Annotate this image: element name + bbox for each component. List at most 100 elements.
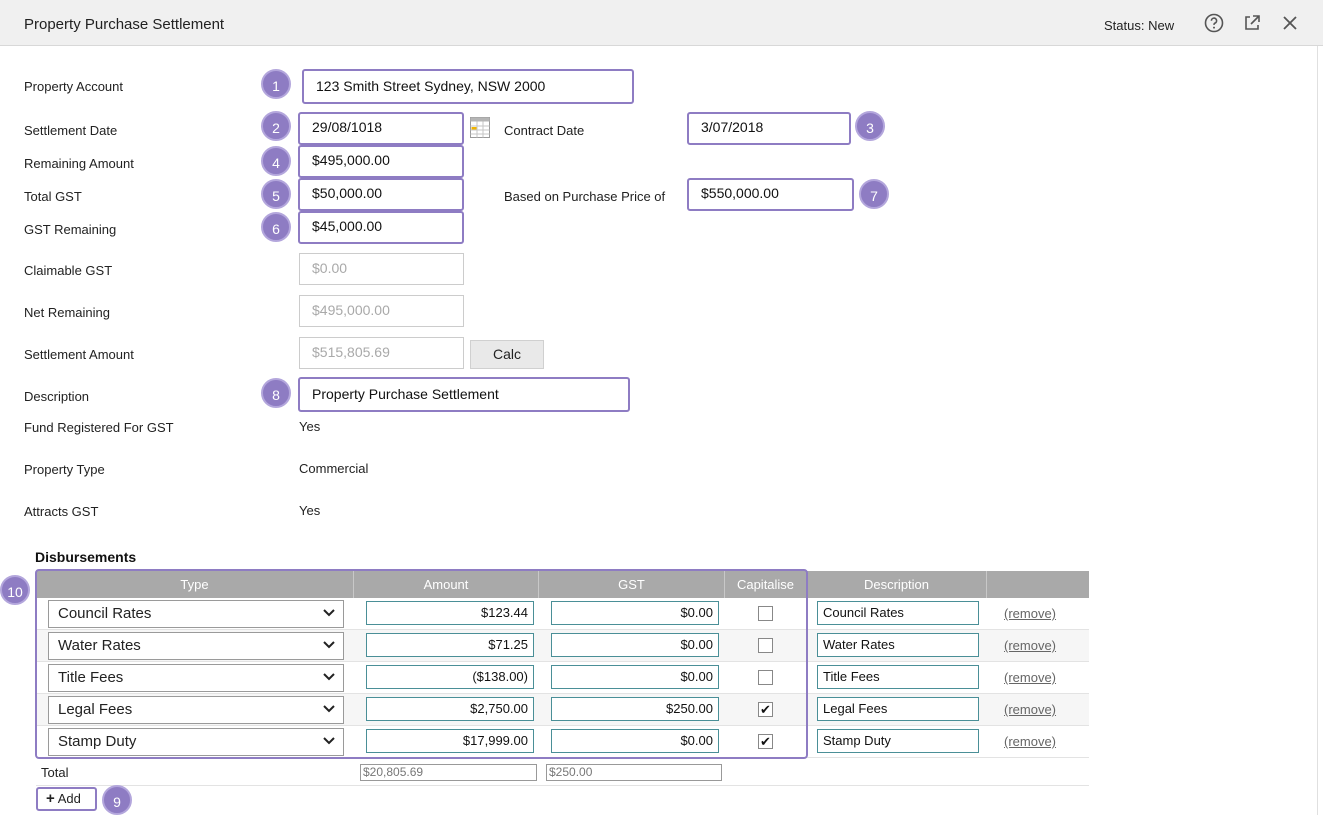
property-type-label: Property Type bbox=[24, 462, 105, 477]
property-type-value: Commercial bbox=[299, 461, 369, 476]
remove-link[interactable]: (remove) bbox=[1004, 638, 1056, 653]
table-row: Stamp Duty $17,999.00 $0.00 ✔ Stamp Duty (rem… bbox=[36, 726, 1089, 758]
type-select-value: Council Rates bbox=[58, 605, 152, 622]
description-input[interactable]: Council Rates bbox=[817, 601, 979, 625]
type-select[interactable]: Title Fees bbox=[48, 664, 344, 692]
description-input[interactable]: Stamp Duty bbox=[817, 729, 979, 753]
chevron-down-icon bbox=[323, 609, 335, 617]
add-button-label: Add bbox=[57, 791, 81, 806]
table-row: Water Rates $71.25 $0.00 Water Rates (remove… bbox=[36, 630, 1089, 662]
amount-input[interactable]: $71.25 bbox=[366, 633, 534, 657]
attracts-gst-label: Attracts GST bbox=[24, 504, 99, 519]
type-select[interactable]: Stamp Duty bbox=[48, 728, 344, 756]
plus-icon: + bbox=[46, 790, 55, 807]
type-select[interactable]: Water Rates bbox=[48, 632, 344, 660]
remaining-amount-label: Remaining Amount bbox=[24, 156, 134, 171]
capitalise-checkbox[interactable] bbox=[758, 606, 773, 621]
remove-link[interactable]: (remove) bbox=[1004, 670, 1056, 685]
status-label: Status: New bbox=[1104, 18, 1175, 33]
callout-badge-10: 10 bbox=[0, 575, 30, 605]
claimable-gst-label: Claimable GST bbox=[24, 263, 113, 278]
callout-badge-3: 3 bbox=[855, 111, 885, 141]
description-field[interactable]: Property Purchase Settlement bbox=[298, 377, 630, 412]
close-icon[interactable] bbox=[1279, 12, 1301, 34]
description-input[interactable]: Water Rates bbox=[817, 633, 979, 657]
remove-link[interactable]: (remove) bbox=[1004, 702, 1056, 717]
column-header-actions bbox=[987, 571, 1089, 598]
total-gst-field[interactable]: $50,000.00 bbox=[298, 178, 464, 211]
contract-date-field[interactable]: 3/07/2018 bbox=[687, 112, 851, 145]
column-header-type: Type bbox=[36, 571, 354, 598]
property-account-field[interactable]: 123 Smith Street Sydney, NSW 2000 bbox=[302, 69, 634, 104]
callout-badge-6: 6 bbox=[261, 212, 291, 242]
total-row: Total $20,805.69 $250.00 bbox=[36, 758, 1089, 786]
based-on-purchase-price-label: Based on Purchase Price of bbox=[504, 189, 666, 204]
callout-badge-1: 1 bbox=[261, 69, 291, 99]
purchase-price-field[interactable]: $550,000.00 bbox=[687, 178, 854, 211]
type-select[interactable]: Council Rates bbox=[48, 600, 344, 628]
remove-link[interactable]: (remove) bbox=[1004, 734, 1056, 749]
description-input[interactable]: Title Fees bbox=[817, 665, 979, 689]
amount-input[interactable]: $2,750.00 bbox=[366, 697, 534, 721]
contract-date-label: Contract Date bbox=[504, 123, 585, 138]
disbursements-title: Disbursements bbox=[35, 549, 137, 565]
remaining-amount-field[interactable]: $495,000.00 bbox=[298, 145, 464, 178]
window-right-edge bbox=[1317, 46, 1318, 815]
chevron-down-icon bbox=[323, 737, 335, 745]
total-amount: $20,805.69 bbox=[360, 764, 537, 781]
open-external-icon[interactable] bbox=[1241, 12, 1263, 34]
add-disbursement-button[interactable]: + Add bbox=[36, 787, 97, 811]
total-gst-label: Total GST bbox=[24, 189, 82, 204]
gst-input[interactable]: $0.00 bbox=[551, 633, 719, 657]
total-label: Total bbox=[41, 765, 69, 780]
gst-input[interactable]: $250.00 bbox=[551, 697, 719, 721]
table-row: Legal Fees $2,750.00 $250.00 ✔ Legal Fees (re… bbox=[36, 694, 1089, 726]
description-label: Description bbox=[24, 389, 90, 404]
settlement-amount-field: $515,805.69 bbox=[299, 337, 464, 369]
chevron-down-icon bbox=[323, 705, 335, 713]
column-header-amount: Amount bbox=[354, 571, 539, 598]
amount-input[interactable]: $17,999.00 bbox=[366, 729, 534, 753]
gst-remaining-field[interactable]: $45,000.00 bbox=[298, 211, 464, 244]
callout-badge-7: 7 bbox=[859, 179, 889, 209]
capitalise-checkbox[interactable]: ✔ bbox=[758, 734, 773, 749]
gst-remaining-label: GST Remaining bbox=[24, 222, 117, 237]
callout-badge-4: 4 bbox=[261, 146, 291, 176]
callout-badge-2: 2 bbox=[261, 111, 291, 141]
calc-button[interactable]: Calc bbox=[470, 340, 544, 369]
capitalise-checkbox[interactable] bbox=[758, 638, 773, 653]
gst-input[interactable]: $0.00 bbox=[551, 665, 719, 689]
window-title: Property Purchase Settlement bbox=[24, 16, 225, 33]
settlement-amount-label: Settlement Amount bbox=[24, 347, 134, 362]
gst-input[interactable]: $0.00 bbox=[551, 601, 719, 625]
column-header-description: Description bbox=[807, 571, 987, 598]
type-select-value: Stamp Duty bbox=[58, 733, 137, 750]
capitalise-checkbox[interactable]: ✔ bbox=[758, 702, 773, 717]
settlement-date-label: Settlement Date bbox=[24, 123, 118, 138]
fund-registered-label: Fund Registered For GST bbox=[24, 420, 174, 435]
type-select-value: Water Rates bbox=[58, 637, 141, 654]
amount-input[interactable]: $123.44 bbox=[366, 601, 534, 625]
help-icon[interactable] bbox=[1203, 12, 1225, 34]
claimable-gst-field: $0.00 bbox=[299, 253, 464, 285]
attracts-gst-value: Yes bbox=[299, 503, 321, 518]
remove-link[interactable]: (remove) bbox=[1004, 606, 1056, 621]
property-account-label: Property Account bbox=[24, 79, 123, 94]
callout-badge-8: 8 bbox=[261, 378, 291, 408]
description-input[interactable]: Legal Fees bbox=[817, 697, 979, 721]
table-header: Type Amount GST Capitalise Description bbox=[36, 571, 1089, 598]
title-bar: Property Purchase Settlement Status: New bbox=[0, 0, 1323, 46]
fund-registered-value: Yes bbox=[299, 419, 321, 434]
amount-input[interactable]: ($138.00) bbox=[366, 665, 534, 689]
total-gst: $250.00 bbox=[546, 764, 722, 781]
chevron-down-icon bbox=[323, 673, 335, 681]
callout-badge-9: 9 bbox=[102, 785, 132, 815]
net-remaining-label: Net Remaining bbox=[24, 305, 110, 320]
type-select-value: Title Fees bbox=[58, 669, 124, 686]
table-row: Council Rates $123.44 $0.00 Council Rates (r… bbox=[36, 598, 1089, 630]
gst-input[interactable]: $0.00 bbox=[551, 729, 719, 753]
type-select[interactable]: Legal Fees bbox=[48, 696, 344, 724]
calendar-icon[interactable] bbox=[470, 117, 490, 138]
capitalise-checkbox[interactable] bbox=[758, 670, 773, 685]
settlement-date-field[interactable]: 29/08/1018 bbox=[298, 112, 464, 145]
